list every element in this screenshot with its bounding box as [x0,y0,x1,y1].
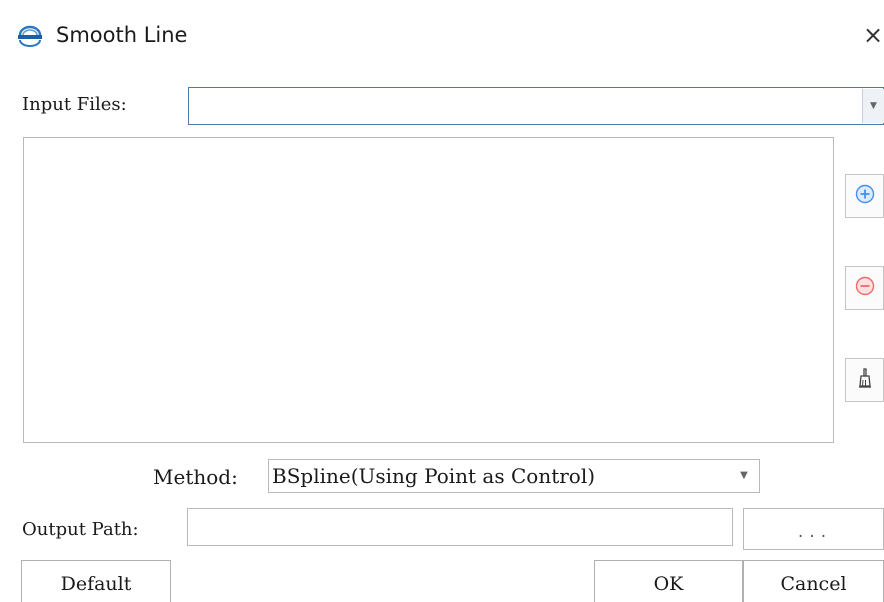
method-label: Method: [153,465,238,489]
chevron-down-icon[interactable]: ▼ [862,89,884,123]
brush-icon [856,367,874,393]
cancel-button[interactable]: Cancel [743,560,884,602]
input-files-combobox[interactable] [188,87,884,125]
default-button[interactable]: Default [21,560,171,602]
remove-file-button[interactable] [845,266,884,310]
chevron-down-icon[interactable]: ▼ [734,462,754,490]
output-path-input[interactable] [187,508,733,546]
input-file-list[interactable] [23,137,834,443]
input-files-label: Input Files: [22,94,127,115]
window-title: Smooth Line [56,23,188,47]
add-file-button[interactable] [845,174,884,218]
output-path-label: Output Path: [22,519,139,540]
ok-button[interactable]: OK [594,560,743,602]
browse-button[interactable]: ... [743,508,884,550]
method-selected-value: BSpline(Using Point as Control) [272,464,596,488]
plus-circle-icon [855,184,875,208]
close-button[interactable]: × [862,20,884,50]
clear-list-button[interactable] [845,358,884,402]
lidar-logo-icon [17,25,43,47]
minus-circle-icon [855,276,875,300]
